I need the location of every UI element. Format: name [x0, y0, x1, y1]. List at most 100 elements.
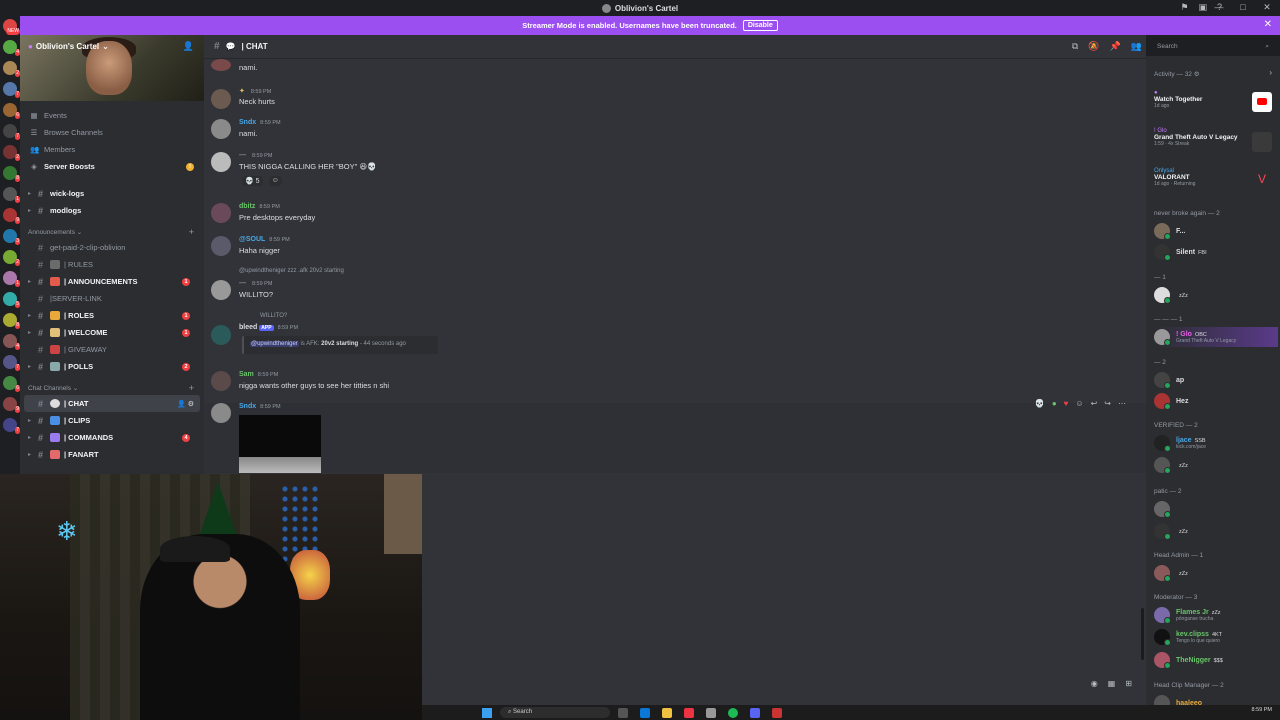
scrollbar[interactable] [1141, 608, 1144, 660]
server-icon[interactable]: 9 [3, 208, 20, 224]
channel-commands[interactable]: ▸ # | COMMANDS 4 [24, 429, 200, 446]
more-icon[interactable]: ⋯ [1118, 399, 1126, 408]
avatar[interactable] [211, 119, 231, 139]
channel-clips[interactable]: ▸ # | CLIPS [24, 412, 200, 429]
member[interactable]: kev.clipss 4KT Tengo lo que quiero [1154, 627, 1278, 647]
pin-icon[interactable]: 📌 [1110, 41, 1121, 52]
reply-icon[interactable]: ↩ [1091, 399, 1098, 408]
server-icon[interactable]: 7 [3, 82, 20, 98]
avatar[interactable] [211, 89, 231, 109]
member[interactable]: Hez [1154, 391, 1278, 411]
edge-icon[interactable] [640, 708, 650, 718]
channel-rules[interactable]: # | RULES [24, 256, 200, 273]
avatar[interactable] [211, 236, 231, 256]
category-announcements[interactable]: Announcements ⌄ + [20, 225, 204, 239]
apps-icon[interactable]: ⊞ [1125, 679, 1132, 688]
add-reaction-icon[interactable]: ☺ [268, 176, 282, 186]
channel-server-link[interactable]: # |SERVER-LINK [24, 290, 200, 307]
server-icon[interactable]: 6 [3, 376, 20, 392]
reply-preview[interactable]: WILLITO? [260, 313, 287, 319]
server-icon[interactable]: NEW [3, 19, 20, 35]
sticker-icon[interactable]: ▦ [1108, 679, 1116, 688]
username[interactable]: — 8:59 PM [239, 280, 272, 287]
server-icon[interactable]: 2 [3, 61, 20, 77]
username[interactable]: Sndx 8:59 PM [239, 119, 281, 126]
discord-icon[interactable] [750, 708, 760, 718]
server-icon[interactable]: 7 [3, 418, 20, 434]
image-attachment[interactable] [239, 457, 321, 473]
server-icon[interactable]: 6 [3, 103, 20, 119]
activity-card[interactable]: ! Glo Grand Theft Auto V Legacy 1:59 · 4… [1154, 128, 1272, 152]
server-banner[interactable]: ● Oblivion's Cartel ⌄ 👤 [20, 35, 204, 101]
member[interactable]: TheNigger $$$ [1154, 650, 1278, 670]
nav-browse-channels[interactable]: ☰ Browse Channels [20, 124, 204, 141]
server-icon[interactable]: 8 [3, 166, 20, 182]
username[interactable]: @SOUL 8:59 PM [239, 236, 290, 243]
nav-events[interactable]: ▦ Events [20, 107, 204, 124]
threads-icon[interactable]: ⧉ [1072, 41, 1078, 52]
app-icon[interactable] [772, 708, 782, 718]
channel-get-paid[interactable]: # get-paid-2-clip-oblivion [24, 239, 200, 256]
server-icon[interactable]: 2 [3, 145, 20, 161]
taskbar-search[interactable]: ⌕ Search [500, 707, 610, 718]
channel-giveaway[interactable]: # | GIVEAWAY [24, 341, 200, 358]
member[interactable]: zZz [1154, 285, 1278, 305]
server-icon[interactable]: 2 [3, 250, 20, 266]
channel-modlogs[interactable]: ▸ # modlogs [24, 202, 200, 219]
username[interactable]: Sam 8:59 PM [239, 371, 278, 378]
channel-roles[interactable]: ▸ # | ROLES 1 [24, 307, 200, 324]
member[interactable]: Flames Jr zZz pónganse trucha [1154, 605, 1278, 625]
username[interactable]: — 8:59 PM [239, 152, 272, 159]
close-icon[interactable]: ✕ [1260, 2, 1274, 13]
category-chat-channels[interactable]: Chat Channels ⌄ + [20, 381, 204, 395]
channel-fanart[interactable]: ▸ # | FANART [24, 446, 200, 463]
chevron-right-icon[interactable]: › [1269, 68, 1272, 77]
member[interactable]: ljace SSB kick.com/jace [1154, 433, 1278, 453]
react-skull-icon[interactable]: 💀 [1035, 399, 1045, 408]
member-list-icon[interactable]: 👥 [1131, 41, 1142, 52]
user-mention[interactable]: @upwindtheniger [250, 341, 299, 347]
server-icon[interactable]: 7 [3, 124, 20, 140]
member[interactable]: ! Glo OBC Grand Theft Auto V Legacy [1154, 327, 1278, 347]
gif-icon[interactable]: ◉ [1091, 679, 1098, 688]
username[interactable]: Sndx 8:59 PM [239, 403, 281, 410]
store-icon[interactable] [706, 708, 716, 718]
username[interactable]: bleed APP 8:59 PM [239, 324, 298, 331]
search-input[interactable]: Search ⌕ [1152, 40, 1274, 54]
server-icon[interactable]: 3 [3, 229, 20, 245]
server-icon[interactable]: 1 [3, 271, 20, 287]
server-icon[interactable]: 9 [3, 397, 20, 413]
react-heart-icon[interactable]: ♥ [1064, 399, 1069, 408]
add-channel-icon[interactable]: + [189, 383, 194, 393]
member[interactable]: zZz [1154, 521, 1278, 541]
channel-chat[interactable]: # | CHAT 👤 ⚙ [24, 395, 200, 412]
windows-start-icon[interactable] [482, 708, 492, 718]
chrome-icon[interactable] [684, 708, 694, 718]
minimize-icon[interactable]: — [1212, 2, 1226, 13]
channel-wick-logs[interactable]: ▸ # wick-logs [24, 185, 200, 202]
image-attachment[interactable] [239, 415, 321, 457]
add-reaction-icon[interactable]: ☺ [1075, 399, 1083, 408]
member[interactable]: F... [1154, 221, 1278, 241]
server-icon[interactable]: 5 [3, 292, 20, 308]
reaction-skull[interactable]: 💀 5 [242, 176, 263, 186]
channel-announcements[interactable]: ▸ # | ANNOUNCEMENTS 1 [24, 273, 200, 290]
avatar[interactable] [211, 371, 231, 391]
taskview-icon[interactable] [618, 708, 628, 718]
nav-server-boosts[interactable]: ◈ Server Boosts! [20, 158, 204, 175]
server-icon[interactable]: 7 [3, 355, 20, 371]
invite-icon[interactable]: 👤 [183, 41, 194, 52]
inbox-icon[interactable]: ⚑ [1180, 2, 1188, 13]
server-icon[interactable]: 1 [3, 187, 20, 203]
banner-close-icon[interactable]: ✕ [1264, 19, 1272, 30]
reply-preview[interactable]: @upwindtheniger zzz .afk 20v2 starting [239, 268, 344, 274]
member[interactable]: ap [1154, 370, 1278, 390]
username[interactable]: dbitz 8:59 PM [239, 203, 280, 210]
channel-polls[interactable]: ▸ # | POLLS 2 [24, 358, 200, 375]
server-icon[interactable]: 4 [3, 40, 20, 56]
activity-card[interactable]: ● Watch Together 1d ago [1154, 90, 1272, 112]
member[interactable]: Silent FBI [1154, 242, 1278, 262]
server-icon[interactable]: 8 [3, 313, 20, 329]
add-channel-icon[interactable]: + [189, 227, 194, 237]
maximize-icon[interactable]: □ [1236, 2, 1250, 13]
